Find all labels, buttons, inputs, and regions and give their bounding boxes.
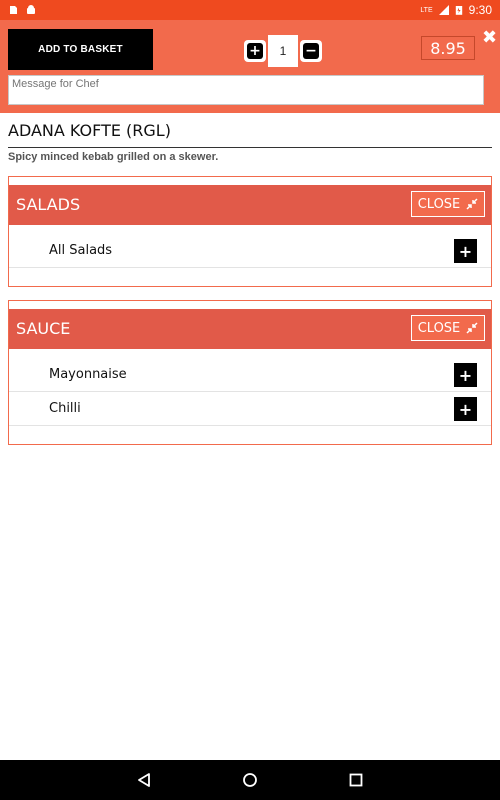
group-close-button[interactable]: CLOSE [411, 191, 485, 217]
add-option-button[interactable]: + [454, 397, 477, 421]
sim-icon [10, 6, 17, 14]
quantity-value[interactable]: 1 [268, 35, 298, 67]
close-icon[interactable]: ✖ [479, 26, 500, 48]
add-option-button[interactable]: + [454, 363, 477, 387]
recents-icon[interactable] [346, 770, 366, 790]
quantity-stepper: + 1 − [244, 35, 322, 67]
close-label: CLOSE [417, 320, 461, 336]
increment-button[interactable]: + [244, 40, 266, 62]
close-label: CLOSE [417, 196, 461, 212]
option-label: Chilli [49, 401, 81, 416]
price-display: 8.95 [421, 36, 475, 60]
option-row-chilli: Chilli + [9, 392, 491, 426]
status-right: LTE 9:30 [420, 3, 492, 17]
order-header: ADD TO BASKET + 1 − 8.95 ✖ [0, 20, 500, 113]
dish-title: ADANA KOFTE (RGL) [8, 120, 492, 148]
collapse-icon [466, 198, 478, 210]
dish-description: Spicy minced kebab grilled on a skewer. [8, 151, 219, 163]
status-bar: LTE 9:30 [0, 0, 500, 20]
signal-icon [438, 5, 449, 15]
group-title: SAUCE [16, 319, 71, 338]
group-close-button[interactable]: CLOSE [411, 315, 485, 341]
back-icon[interactable] [134, 770, 154, 790]
plus-icon: + [247, 43, 263, 59]
add-option-button[interactable]: + [454, 239, 477, 263]
battery-icon [455, 6, 462, 15]
chef-message-input[interactable] [8, 75, 484, 105]
option-group-salads: SALADS CLOSE All Salads + [8, 176, 492, 287]
option-label: Mayonnaise [49, 367, 127, 382]
group-header: SAUCE CLOSE [9, 309, 491, 349]
home-icon[interactable] [240, 770, 260, 790]
option-row-all-salads: All Salads + [9, 234, 491, 268]
option-group-sauce: SAUCE CLOSE Mayonnaise + Chilli + [8, 300, 492, 445]
option-label: All Salads [49, 243, 113, 258]
android-icon [27, 5, 35, 14]
option-row-mayonnaise: Mayonnaise + [9, 358, 491, 392]
status-left [8, 5, 36, 15]
clock: 9:30 [468, 3, 492, 17]
group-header: SALADS CLOSE [9, 185, 491, 225]
add-to-basket-button[interactable]: ADD TO BASKET [8, 29, 153, 70]
network-label: LTE [420, 6, 433, 14]
decrement-button[interactable]: − [300, 40, 322, 62]
minus-icon: − [303, 43, 319, 59]
group-title: SALADS [16, 195, 81, 214]
navigation-bar [0, 760, 500, 800]
collapse-icon [466, 322, 478, 334]
